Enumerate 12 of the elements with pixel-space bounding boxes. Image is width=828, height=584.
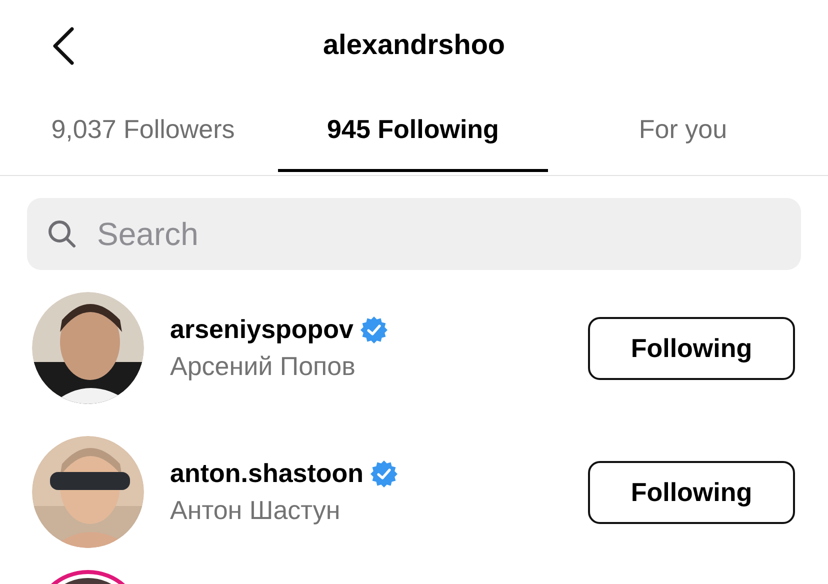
full-name: Арсений Попов <box>170 351 356 382</box>
search-input[interactable]: Search <box>95 214 695 254</box>
following-button[interactable]: Following <box>588 316 795 380</box>
username[interactable]: arseniyspopov <box>170 314 354 345</box>
full-name: Антон Шастун <box>170 495 342 526</box>
profile-title: alexandrshoo <box>322 29 506 61</box>
following-button[interactable]: Following <box>588 460 795 524</box>
username[interactable]: anton.shastoon <box>170 458 364 489</box>
tab[interactable]: 9,037 Followers <box>8 90 278 172</box>
tab[interactable]: 945 Following <box>278 90 548 172</box>
tab[interactable]: For you <box>548 90 818 172</box>
search-field[interactable]: Search <box>27 198 801 270</box>
